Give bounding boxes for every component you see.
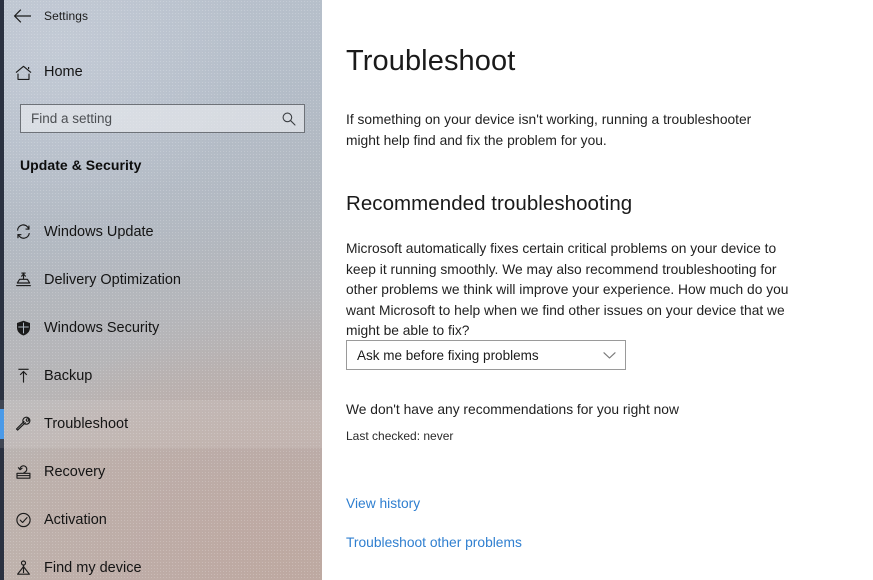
sidebar-item-windows-update-label: Windows Update xyxy=(44,223,154,240)
recovery-icon xyxy=(14,463,44,481)
section-title-recommended-troubleshooting: Recommended troubleshooting xyxy=(346,192,633,215)
settings-window: Settings Home Find a setting Update & Se… xyxy=(0,0,873,580)
sidebar-item-home[interactable]: Home xyxy=(14,59,314,86)
shield-icon xyxy=(14,319,44,337)
back-button[interactable] xyxy=(0,0,44,32)
sidebar-item-backup-label: Backup xyxy=(44,367,93,384)
titlebar: Settings xyxy=(0,0,322,32)
recommendation-status-text: We don't have any recommendations for yo… xyxy=(346,402,679,417)
sidebar-item-windows-security[interactable]: Windows Security xyxy=(0,304,322,352)
troubleshoot-other-problems-link[interactable]: Troubleshoot other problems xyxy=(346,534,522,552)
sidebar-section-title: Update & Security xyxy=(20,157,142,173)
sidebar-item-recovery-label: Recovery xyxy=(44,463,106,480)
home-icon xyxy=(14,64,44,82)
back-arrow-icon xyxy=(13,9,31,23)
view-history-link[interactable]: View history xyxy=(346,495,420,513)
refresh-icon xyxy=(14,223,44,241)
backup-upload-icon xyxy=(14,367,44,385)
dropdown-selected-value: Ask me before fixing problems xyxy=(357,347,539,363)
recommended-troubleshooting-dropdown[interactable]: Ask me before fixing problems xyxy=(346,340,626,370)
sidebar-item-delivery-optimization-label: Delivery Optimization xyxy=(44,271,181,288)
sidebar-item-backup[interactable]: Backup xyxy=(0,352,322,400)
sidebar-item-find-my-device-label: Find my device xyxy=(44,559,142,576)
sidebar-nav-list: Windows Update Delivery Optimization Win… xyxy=(0,208,322,580)
section-body-text: Microsoft automatically fixes certain cr… xyxy=(346,241,789,338)
search-box[interactable] xyxy=(20,104,305,133)
sidebar-item-delivery-optimization[interactable]: Delivery Optimization xyxy=(0,256,322,304)
last-checked-text: Last checked: never xyxy=(346,429,454,443)
find-my-device-icon xyxy=(14,559,44,577)
sidebar-item-troubleshoot[interactable]: Troubleshoot xyxy=(0,400,322,448)
sidebar-item-find-my-device[interactable]: Find my device xyxy=(0,544,322,580)
sidebar-item-activation[interactable]: Activation xyxy=(0,496,322,544)
check-circle-icon xyxy=(14,511,44,529)
wrench-icon xyxy=(14,415,44,433)
sidebar: Settings Home Find a setting Update & Se… xyxy=(0,0,322,580)
sidebar-item-troubleshoot-label: Troubleshoot xyxy=(44,415,129,432)
page-subtitle: If something on your device isn't workin… xyxy=(346,112,752,148)
search-input[interactable] xyxy=(21,105,274,132)
page-title: Troubleshoot xyxy=(346,45,516,77)
chevron-down-icon[interactable] xyxy=(593,351,625,360)
delivery-optimization-icon xyxy=(14,271,44,289)
sidebar-item-recovery[interactable]: Recovery xyxy=(0,448,322,496)
main-content: Troubleshoot If something on your device… xyxy=(322,0,873,580)
sidebar-item-home-label: Home xyxy=(44,64,83,81)
app-title: Settings xyxy=(44,9,89,23)
sidebar-item-activation-label: Activation xyxy=(44,511,107,528)
sidebar-item-windows-security-label: Windows Security xyxy=(44,319,160,336)
sidebar-item-windows-update[interactable]: Windows Update xyxy=(0,208,322,256)
search-icon[interactable] xyxy=(274,105,304,132)
